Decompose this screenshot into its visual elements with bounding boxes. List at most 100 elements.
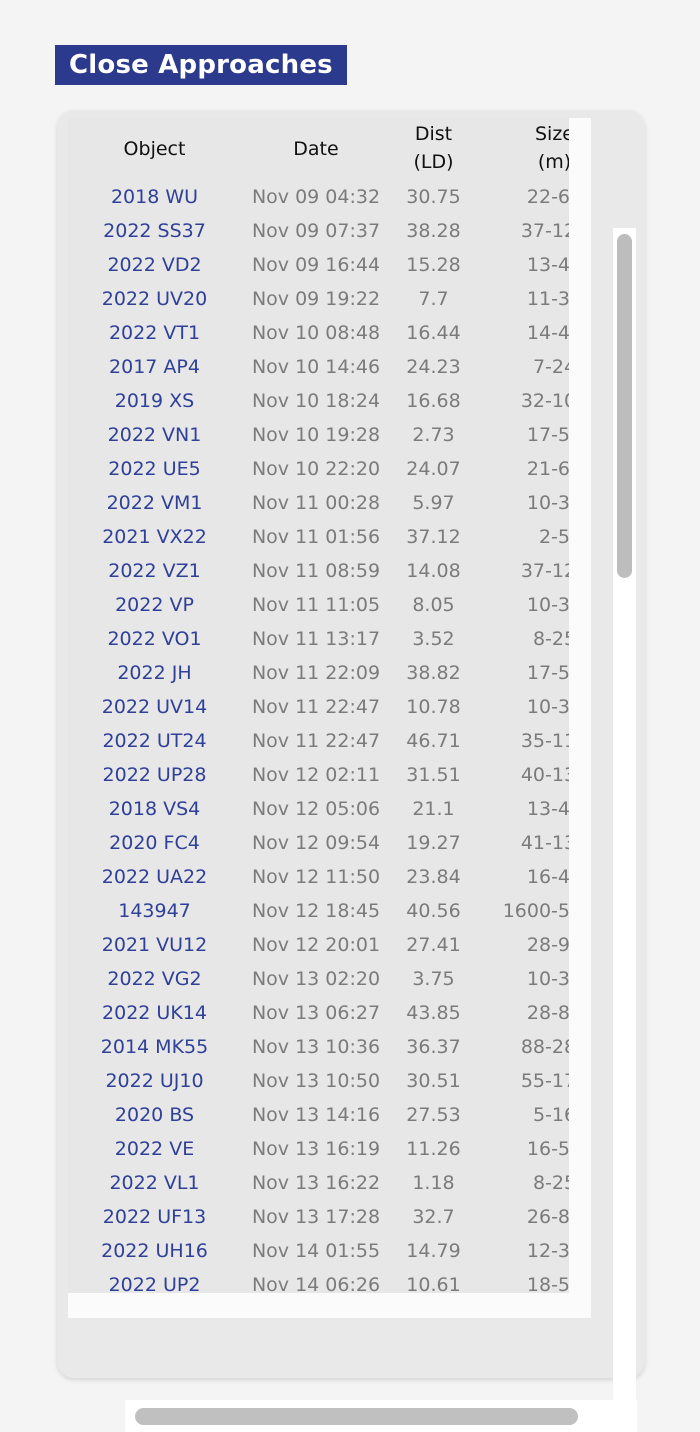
cell-object[interactable]: 2022 UA22 [68, 860, 241, 894]
column-header-size[interactable]: Size (m) [476, 118, 569, 180]
horizontal-scrollbar-track[interactable] [125, 1400, 637, 1432]
cell-size: 28-90 [526, 934, 569, 956]
cell-size: 88-280 [520, 1036, 569, 1058]
cell-size: 12-37 [526, 1240, 569, 1262]
close-approaches-card: Object Date Dist (LD) Size (m) 2018 WU N… [57, 110, 645, 1432]
cell-size: 13-41 [526, 254, 569, 276]
cell-size: 1600-5000 [502, 900, 569, 922]
cell-date: Nov 10 18:24 [251, 390, 381, 412]
cell-size: 17-55 [526, 424, 569, 446]
cell-dist: 31.51 [406, 764, 461, 786]
cell-date: Nov 11 01:56 [251, 526, 381, 548]
table-body: 2018 WU Nov 09 04:32 30.75 22-68 2022 SS37 No… [68, 180, 569, 1293]
cell-size: 2-5 [538, 526, 569, 548]
cell-object[interactable]: 2014 MK55 [68, 1030, 241, 1064]
table-row: 2022 UF13 Nov 13 17:28 32.7 26-81 [68, 1200, 569, 1234]
table-row: 2022 VN1 Nov 10 19:28 2.73 17-55 [68, 418, 569, 452]
cell-object[interactable]: 2022 VP [68, 588, 241, 622]
table-header: Object Date Dist (LD) Size (m) [68, 118, 569, 180]
cell-dist: 36.37 [406, 1036, 461, 1058]
cell-object[interactable]: 2022 VN1 [68, 418, 241, 452]
cell-size: 10-31 [526, 594, 569, 616]
cell-object[interactable]: 2022 SS37 [68, 214, 241, 248]
cell-object[interactable]: 2022 UK14 [68, 996, 241, 1030]
cell-dist: 7.7 [418, 288, 449, 310]
cell-object[interactable]: 2022 UT24 [68, 724, 241, 758]
cell-object[interactable]: 2022 UP28 [68, 758, 241, 792]
cell-object[interactable]: 2022 UH16 [68, 1234, 241, 1268]
table-row: 2018 VS4 Nov 12 05:06 21.1 13-41 [68, 792, 569, 826]
cell-object[interactable]: 2022 VO1 [68, 622, 241, 656]
cell-date: Nov 13 16:19 [251, 1138, 381, 1160]
table-row: 2014 MK55 Nov 13 10:36 36.37 88-280 [68, 1030, 569, 1064]
cell-object[interactable]: 2022 VD2 [68, 248, 241, 282]
cell-dist: 37.12 [406, 526, 461, 548]
table-row: 2019 XS Nov 10 18:24 16.68 32-100 [68, 384, 569, 418]
cell-object[interactable]: 2022 JH [68, 656, 241, 690]
cell-object[interactable]: 2022 VL1 [68, 1166, 241, 1200]
column-header-object[interactable]: Object [68, 118, 241, 180]
cell-object[interactable]: 2019 XS [68, 384, 241, 418]
cell-object[interactable]: 2022 VG2 [68, 962, 241, 996]
cell-date: Nov 14 01:55 [251, 1240, 381, 1262]
cell-object[interactable]: 2022 UV20 [68, 282, 241, 316]
horizontal-scrollbar-thumb[interactable] [135, 1408, 578, 1425]
cell-size: 21-65 [526, 458, 569, 480]
cell-object[interactable]: 2020 FC4 [68, 826, 241, 860]
table-scroll-viewport[interactable]: Object Date Dist (LD) Size (m) 2018 WU N… [68, 118, 591, 1318]
cell-date: Nov 12 02:11 [251, 764, 381, 786]
cell-object[interactable]: 2021 VU12 [68, 928, 241, 962]
table-row: 2022 UV20 Nov 09 19:22 7.7 11-34 [68, 282, 569, 316]
cell-object[interactable]: 2022 VM1 [68, 486, 241, 520]
column-header-object-label: Object [123, 138, 186, 160]
cell-object[interactable]: 143947 [68, 894, 241, 928]
cell-object[interactable]: 2018 WU [68, 180, 241, 214]
cell-date: Nov 12 05:06 [251, 798, 381, 820]
cell-dist: 27.53 [406, 1104, 461, 1126]
table-row: 2017 AP4 Nov 10 14:46 24.23 7-24 [68, 350, 569, 384]
table-row: 2022 UA22 Nov 12 11:50 23.84 16-49 [68, 860, 569, 894]
cell-object[interactable]: 2017 AP4 [68, 350, 241, 384]
cell-object[interactable]: 2022 VZ1 [68, 554, 241, 588]
cell-object[interactable]: 2022 UJ10 [68, 1064, 241, 1098]
cell-object[interactable]: 2022 UP2 [68, 1268, 241, 1293]
cell-object[interactable]: 2022 VT1 [68, 316, 241, 350]
cell-date: Nov 14 06:26 [251, 1274, 381, 1293]
table-header-row: Object Date Dist (LD) Size (m) [68, 118, 569, 180]
cell-date: Nov 10 14:46 [251, 356, 381, 378]
cell-date: Nov 13 16:22 [251, 1172, 381, 1194]
cell-object[interactable]: 2022 VE [68, 1132, 241, 1166]
vertical-scrollbar-track[interactable] [613, 228, 636, 1403]
cell-date: Nov 11 08:59 [251, 560, 381, 582]
cell-object[interactable]: 2018 VS4 [68, 792, 241, 826]
cell-date: Nov 09 19:22 [251, 288, 381, 310]
cell-object[interactable]: 2022 UV14 [68, 690, 241, 724]
table-row: 2022 UE5 Nov 10 22:20 24.07 21-65 [68, 452, 569, 486]
cell-object[interactable]: 2022 UF13 [68, 1200, 241, 1234]
cell-dist: 24.07 [406, 458, 461, 480]
cell-size: 35-110 [520, 730, 569, 752]
column-header-date-label: Date [293, 138, 339, 160]
cell-date: Nov 13 17:28 [251, 1206, 381, 1228]
cell-dist: 23.84 [406, 866, 461, 888]
cell-dist: 40.56 [406, 900, 461, 922]
cell-object[interactable]: 2021 VX22 [68, 520, 241, 554]
vertical-scrollbar-thumb[interactable] [617, 234, 632, 578]
cell-dist: 14.79 [406, 1240, 461, 1262]
column-header-dist[interactable]: Dist (LD) [391, 118, 476, 180]
cell-dist: 3.75 [412, 968, 455, 990]
column-header-date[interactable]: Date [241, 118, 391, 180]
cell-dist: 27.41 [406, 934, 461, 956]
cell-object[interactable]: 2022 UE5 [68, 452, 241, 486]
table-row: 2022 VG2 Nov 13 02:20 3.75 10-32 [68, 962, 569, 996]
cell-size: 40-130 [520, 764, 569, 786]
cell-dist: 43.85 [406, 1002, 461, 1024]
cell-dist: 3.52 [412, 628, 455, 650]
page-title-banner: Close Approaches [55, 45, 347, 85]
cell-date: Nov 10 08:48 [251, 322, 381, 344]
cell-date: Nov 09 04:32 [251, 186, 381, 208]
cell-date: Nov 10 22:20 [251, 458, 381, 480]
cell-dist: 10.61 [406, 1274, 461, 1293]
cell-object[interactable]: 2020 BS [68, 1098, 241, 1132]
table-surface: Object Date Dist (LD) Size (m) 2018 WU N… [68, 118, 569, 1293]
